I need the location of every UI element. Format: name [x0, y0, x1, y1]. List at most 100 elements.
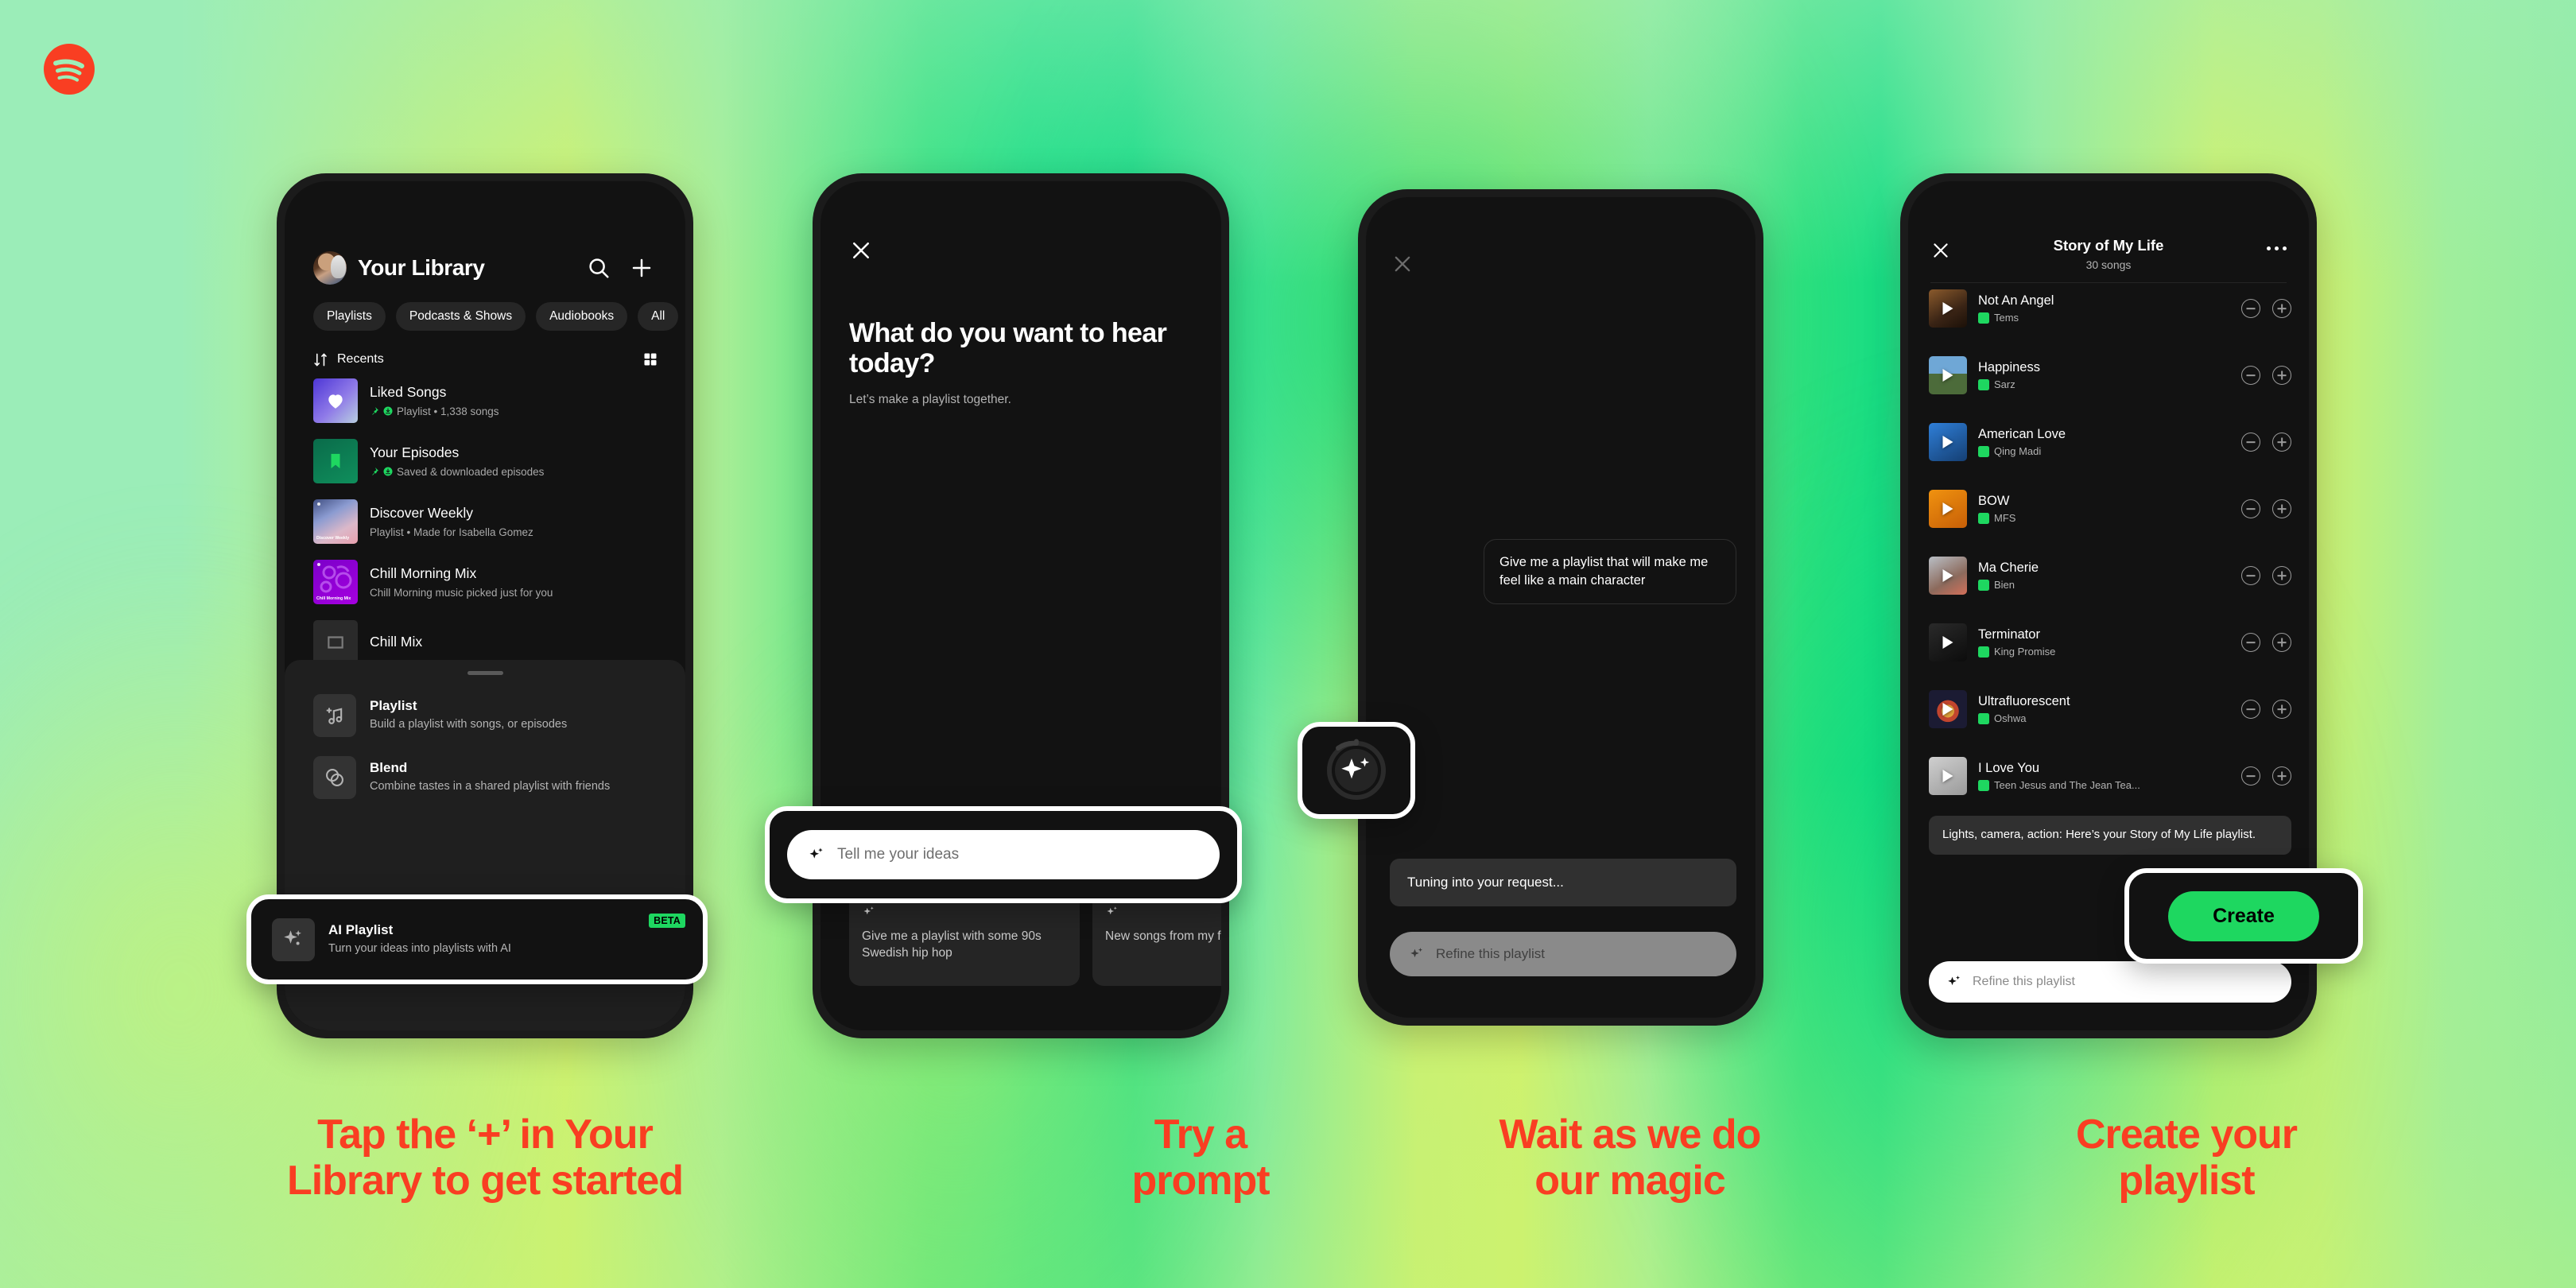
- create-button[interactable]: Create: [2168, 890, 2319, 941]
- prompt-input[interactable]: Tell me your ideas: [787, 830, 1220, 879]
- track-artist: King Promise: [1994, 646, 2056, 658]
- list-item[interactable]: Discover Weekly Discover Weekly Playlist…: [313, 499, 685, 544]
- table-row[interactable]: American Love Qing Madi: [1908, 409, 2309, 475]
- add-track-button[interactable]: [2272, 566, 2291, 585]
- avatar[interactable]: [313, 251, 347, 285]
- play-icon[interactable]: [1942, 703, 1953, 716]
- play-icon[interactable]: [1942, 502, 1953, 515]
- close-icon[interactable]: [1391, 253, 1414, 275]
- play-icon[interactable]: [1942, 302, 1953, 315]
- play-icon[interactable]: [1942, 569, 1953, 582]
- ai-badge-icon: [1978, 646, 1989, 658]
- table-row[interactable]: Terminator King Promise: [1908, 609, 2309, 676]
- track-title: I Love You: [1978, 761, 2040, 775]
- add-track-button[interactable]: [2272, 633, 2291, 652]
- more-options-icon[interactable]: [2267, 246, 2287, 250]
- close-icon[interactable]: [1930, 240, 1951, 261]
- list-item-title: Chill Morning Mix: [370, 565, 477, 582]
- add-track-button[interactable]: [2272, 700, 2291, 719]
- play-icon[interactable]: [1942, 770, 1953, 782]
- list-item[interactable]: Chill Morning Mix Chill Morning Mix Chil…: [313, 560, 685, 604]
- suggestion-card[interactable]: Give me a playlist with some 90s Swedish…: [849, 894, 1080, 986]
- track-artist: MFS: [1994, 512, 2016, 524]
- play-icon[interactable]: [1942, 369, 1953, 382]
- list-item[interactable]: Your Episodes Saved & downloaded episode…: [313, 439, 685, 483]
- status-text: Tuning into your request...: [1390, 859, 1736, 906]
- suggestion-card[interactable]: New songs from my favourite bands: [1092, 894, 1221, 986]
- table-row[interactable]: Ultrafluorescent Oshwa: [1908, 676, 2309, 743]
- status-badge-beta: BETA: [649, 914, 685, 928]
- remove-track-button[interactable]: [2241, 299, 2260, 318]
- table-row[interactable]: Not An Angel Tems: [1908, 275, 2309, 342]
- plus-icon[interactable]: [630, 256, 654, 280]
- prompt-heading-block: What do you want to hear today? Let’s ma…: [849, 318, 1189, 407]
- sheet-item-title: Playlist: [370, 698, 417, 714]
- page-subtitle: Let’s make a playlist together.: [849, 393, 1011, 407]
- remove-track-button[interactable]: [2241, 566, 2260, 585]
- add-track-button[interactable]: [2272, 299, 2291, 318]
- chip-podcasts-shows[interactable]: Podcasts & Shows: [395, 302, 526, 331]
- album-art-liked-songs: [313, 378, 358, 423]
- list-item-meta: Discover Weekly Playlist • Made for Isab…: [370, 505, 533, 538]
- list-item[interactable]: Chill Mix: [313, 620, 685, 665]
- prompt-input-callout: Tell me your ideas: [765, 806, 1242, 903]
- chip-audiobooks[interactable]: Audiobooks: [536, 302, 628, 331]
- add-track-button[interactable]: [2272, 366, 2291, 385]
- remove-track-button[interactable]: [2241, 633, 2260, 652]
- grid-view-icon[interactable]: [642, 351, 658, 367]
- track-artist: Tems: [1994, 312, 2019, 324]
- remove-track-button[interactable]: [2241, 700, 2260, 719]
- play-icon[interactable]: [1942, 636, 1953, 649]
- track-title: Not An Angel: [1978, 293, 2054, 308]
- chip-all[interactable]: All: [638, 302, 679, 331]
- track-artist: Qing Madi: [1994, 445, 2042, 457]
- sheet-item-desc: Combine tastes in a shared playlist with…: [370, 780, 611, 793]
- download-icon: [383, 467, 393, 476]
- album-art: [1929, 490, 1967, 528]
- track-title: Terminator: [1978, 627, 2040, 642]
- table-row[interactable]: BOW MFS: [1908, 475, 2309, 542]
- refine-input[interactable]: Refine this playlist: [1390, 932, 1736, 976]
- add-track-button[interactable]: [2272, 433, 2291, 452]
- list-item[interactable]: Liked Songs Playlist • 1,338 songs: [313, 378, 685, 423]
- track-actions: [2241, 366, 2291, 385]
- ai-badge-icon: [1978, 512, 1989, 524]
- ai-playlist-desc: Turn your ideas into playlists with AI: [328, 942, 511, 956]
- play-icon[interactable]: [1942, 436, 1953, 448]
- ai-playlist-callout[interactable]: AI Playlist Turn your ideas into playlis…: [246, 894, 708, 984]
- close-icon[interactable]: [849, 239, 873, 262]
- list-item-title: Liked Songs: [370, 384, 447, 401]
- page-title: Your Library: [358, 255, 485, 280]
- table-row[interactable]: Ma Cherie Bien: [1908, 542, 2309, 609]
- track-artist-row: Qing Madi: [1978, 445, 2241, 457]
- ai-badge-icon: [1978, 712, 1989, 724]
- chip-playlists[interactable]: Playlists: [313, 302, 386, 331]
- refine-input[interactable]: Refine this playlist: [1929, 961, 2291, 1003]
- remove-track-button[interactable]: [2241, 433, 2260, 452]
- table-row[interactable]: I Love You Teen Jesus and The Jean Tea..…: [1908, 743, 2309, 809]
- remove-track-button[interactable]: [2241, 766, 2260, 786]
- sheet-item-blend[interactable]: Blend Combine tastes in a shared playlis…: [285, 737, 685, 799]
- art-caption: Discover Weekly: [316, 536, 350, 541]
- bookmark-icon: [331, 453, 340, 469]
- add-track-button[interactable]: [2272, 499, 2291, 518]
- table-row[interactable]: Happiness Sarz: [1908, 342, 2309, 409]
- track-meta: BOW MFS: [1978, 494, 2241, 524]
- track-meta: Not An Angel Tems: [1978, 293, 2241, 324]
- search-icon[interactable]: [587, 256, 611, 280]
- header-icons: [587, 256, 654, 280]
- remove-track-button[interactable]: [2241, 499, 2260, 518]
- download-icon: [383, 406, 393, 416]
- track-actions: [2241, 700, 2291, 719]
- list-item-subtext: Playlist • Made for Isabella Gomez: [370, 526, 533, 538]
- add-track-button[interactable]: [2272, 766, 2291, 786]
- sort-icon[interactable]: [313, 352, 328, 367]
- sheet-item-playlist[interactable]: Playlist Build a playlist with songs, or…: [285, 675, 685, 737]
- track-meta: American Love Qing Madi: [1978, 427, 2241, 457]
- track-artist: Teen Jesus and The Jean Tea...: [1994, 779, 2140, 791]
- album-art-chill-morning-mix: Chill Morning Mix: [313, 560, 358, 604]
- remove-track-button[interactable]: [2241, 366, 2260, 385]
- ai-playlist-text: AI Playlist Turn your ideas into playlis…: [328, 922, 511, 956]
- album-art: [1929, 423, 1967, 461]
- album-art: [1929, 289, 1967, 328]
